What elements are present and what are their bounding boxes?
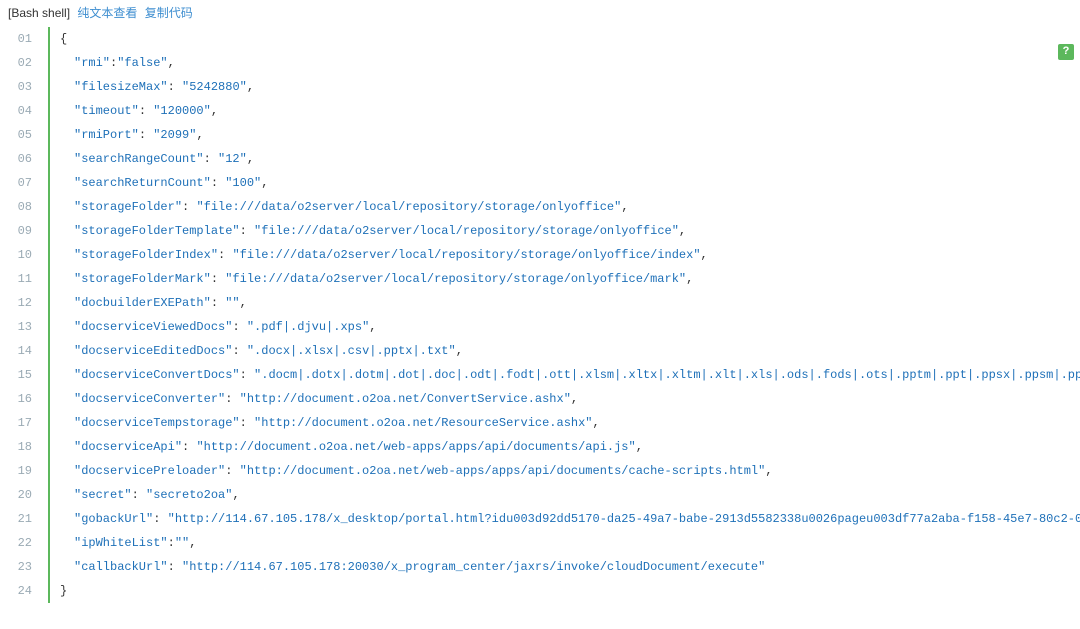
code-line: "docbuilderEXEPath": "", bbox=[50, 291, 1080, 315]
line-number: 18 bbox=[2, 435, 42, 459]
line-number: 14 bbox=[2, 339, 42, 363]
code-line: "secret": "secreto2oa", bbox=[50, 483, 1080, 507]
line-number: 07 bbox=[2, 171, 42, 195]
code-line: "storageFolder": "file:///data/o2server/… bbox=[50, 195, 1080, 219]
line-number: 22 bbox=[2, 531, 42, 555]
code-line: "storageFolderIndex": "file:///data/o2se… bbox=[50, 243, 1080, 267]
line-number: 04 bbox=[2, 99, 42, 123]
line-number: 10 bbox=[2, 243, 42, 267]
code-snippet-container: [Bash shell] 纯文本查看 复制代码 ? 01020304050607… bbox=[0, 0, 1080, 603]
line-number: 13 bbox=[2, 315, 42, 339]
copy-code-link[interactable]: 复制代码 bbox=[145, 6, 193, 20]
line-number: 09 bbox=[2, 219, 42, 243]
line-number: 20 bbox=[2, 483, 42, 507]
code-line: } bbox=[50, 579, 1080, 603]
line-number: 16 bbox=[2, 387, 42, 411]
line-number: 15 bbox=[2, 363, 42, 387]
line-number: 24 bbox=[2, 579, 42, 603]
code-line: "docserviceApi": "http://document.o2oa.n… bbox=[50, 435, 1080, 459]
line-number: 17 bbox=[2, 411, 42, 435]
code-line: "storageFolderMark": "file:///data/o2ser… bbox=[50, 267, 1080, 291]
language-label: [Bash shell] bbox=[8, 6, 70, 20]
line-number: 03 bbox=[2, 75, 42, 99]
line-number: 01 bbox=[2, 27, 42, 51]
code-line: "rmiPort": "2099", bbox=[50, 123, 1080, 147]
line-number: 19 bbox=[2, 459, 42, 483]
code-line: "docservicePreloader": "http://document.… bbox=[50, 459, 1080, 483]
code-line: { bbox=[50, 27, 1080, 51]
code-line: "rmi":"false", bbox=[50, 51, 1080, 75]
code-line: "callbackUrl": "http://114.67.105.178:20… bbox=[50, 555, 1080, 579]
line-number: 12 bbox=[2, 291, 42, 315]
line-number: 21 bbox=[2, 507, 42, 531]
code-line: "docserviceViewedDocs": ".pdf|.djvu|.xps… bbox=[50, 315, 1080, 339]
line-number: 11 bbox=[2, 267, 42, 291]
line-number: 08 bbox=[2, 195, 42, 219]
code-line: "storageFolderTemplate": "file:///data/o… bbox=[50, 219, 1080, 243]
line-number: 05 bbox=[2, 123, 42, 147]
toolbar: [Bash shell] 纯文本查看 复制代码 bbox=[0, 0, 1080, 27]
code-block: 0102030405060708091011121314151617181920… bbox=[48, 27, 1080, 603]
code-line: "searchReturnCount": "100", bbox=[50, 171, 1080, 195]
code-line: "docserviceTempstorage": "http://documen… bbox=[50, 411, 1080, 435]
code-line: "gobackUrl": "http://114.67.105.178/x_de… bbox=[50, 507, 1080, 531]
plain-text-link[interactable]: 纯文本查看 bbox=[77, 6, 137, 20]
line-number: 23 bbox=[2, 555, 42, 579]
code-lines: {"rmi":"false","filesizeMax": "5242880",… bbox=[50, 27, 1080, 603]
line-number: 06 bbox=[2, 147, 42, 171]
code-line: "docserviceConverter": "http://document.… bbox=[50, 387, 1080, 411]
code-line: "docserviceEditedDocs": ".docx|.xlsx|.cs… bbox=[50, 339, 1080, 363]
code-line: "filesizeMax": "5242880", bbox=[50, 75, 1080, 99]
code-line: "ipWhiteList":"", bbox=[50, 531, 1080, 555]
line-number-gutter: 0102030405060708091011121314151617181920… bbox=[2, 27, 42, 603]
code-line: "searchRangeCount": "12", bbox=[50, 147, 1080, 171]
code-line: "timeout": "120000", bbox=[50, 99, 1080, 123]
code-line: "docserviceConvertDocs": ".docm|.dotx|.d… bbox=[50, 363, 1080, 387]
line-number: 02 bbox=[2, 51, 42, 75]
